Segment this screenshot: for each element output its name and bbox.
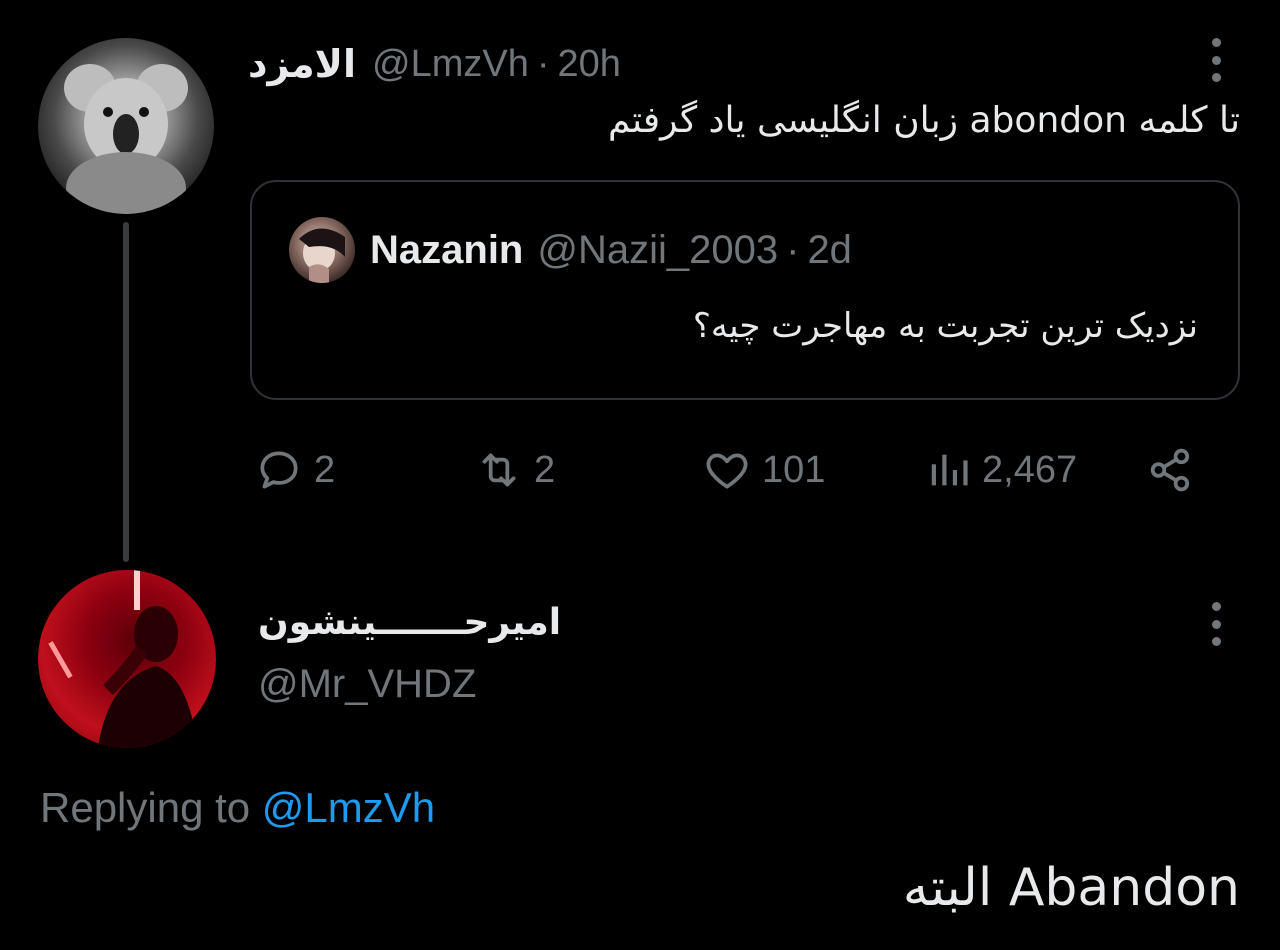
tweet-time[interactable]: 20h [558, 43, 621, 86]
reply-author-display-name[interactable]: امیرحـــــــینشون [258, 602, 561, 643]
replying-to-prefix: Replying to [40, 784, 262, 831]
quoted-author-name[interactable]: Nazanin [370, 228, 523, 273]
reply-count: 2 [314, 448, 336, 491]
author-avatar[interactable] [38, 38, 214, 214]
reply-more-options-icon[interactable] [1210, 602, 1222, 646]
quoted-author-avatar[interactable] [289, 217, 355, 283]
more-options-icon[interactable] [1210, 38, 1222, 82]
tweet-text: تا کلمه abondon زبان انگلیسی یاد گرفتم [608, 100, 1240, 141]
tweet-action-bar: 2 2 101 2,467 [254, 440, 1200, 500]
share-icon [1150, 448, 1190, 492]
reply-icon [260, 451, 298, 489]
reply-button[interactable]: 2 [254, 440, 335, 500]
thread-connector-line [123, 222, 129, 562]
view-count: 2,467 [982, 448, 1078, 491]
quoted-tweet-header: Nazanin @Nazii_2003 · 2d [370, 222, 852, 278]
koala-icon [64, 64, 188, 214]
tweet-header: الامزد @LmzVh · 20h [248, 38, 621, 90]
quoted-tweet-card[interactable] [250, 180, 1240, 400]
author-handle[interactable]: @LmzVh [372, 43, 529, 86]
share-button[interactable] [1146, 440, 1196, 500]
tweet-thread: الامزد @LmzVh · 20h تا کلمه abondon زبان… [0, 0, 1280, 950]
quoted-author-handle[interactable]: @Nazii_2003 [537, 228, 778, 273]
portrait-icon [299, 228, 345, 283]
author-display-name[interactable]: الامزد [248, 42, 356, 86]
quoted-tweet-time[interactable]: 2d [807, 228, 852, 273]
heart-icon [706, 453, 748, 489]
retweet-button[interactable]: 2 [474, 440, 555, 500]
bar-chart-icon [931, 454, 968, 486]
like-count: 101 [762, 448, 826, 491]
replying-to-line: Replying to @LmzVh [40, 784, 435, 832]
retweet-count: 2 [534, 448, 556, 491]
quoted-tweet-text: نزدیک ترین تجربت به مهاجرت چیه؟ [692, 306, 1198, 346]
reply-author-avatar[interactable] [38, 570, 216, 748]
person-silhouette-icon [48, 570, 198, 748]
reply-tweet-text: Abandon البته [902, 858, 1240, 918]
reply-author-handle[interactable]: @Mr_VHDZ [258, 662, 476, 707]
like-button[interactable]: 101 [702, 440, 825, 500]
header-separator: · [536, 42, 550, 85]
replying-to-mention[interactable]: @LmzVh [262, 784, 435, 831]
quoted-header-separator: · [786, 227, 800, 272]
views-button[interactable]: 2,467 [926, 440, 1077, 500]
retweet-icon [482, 453, 516, 487]
